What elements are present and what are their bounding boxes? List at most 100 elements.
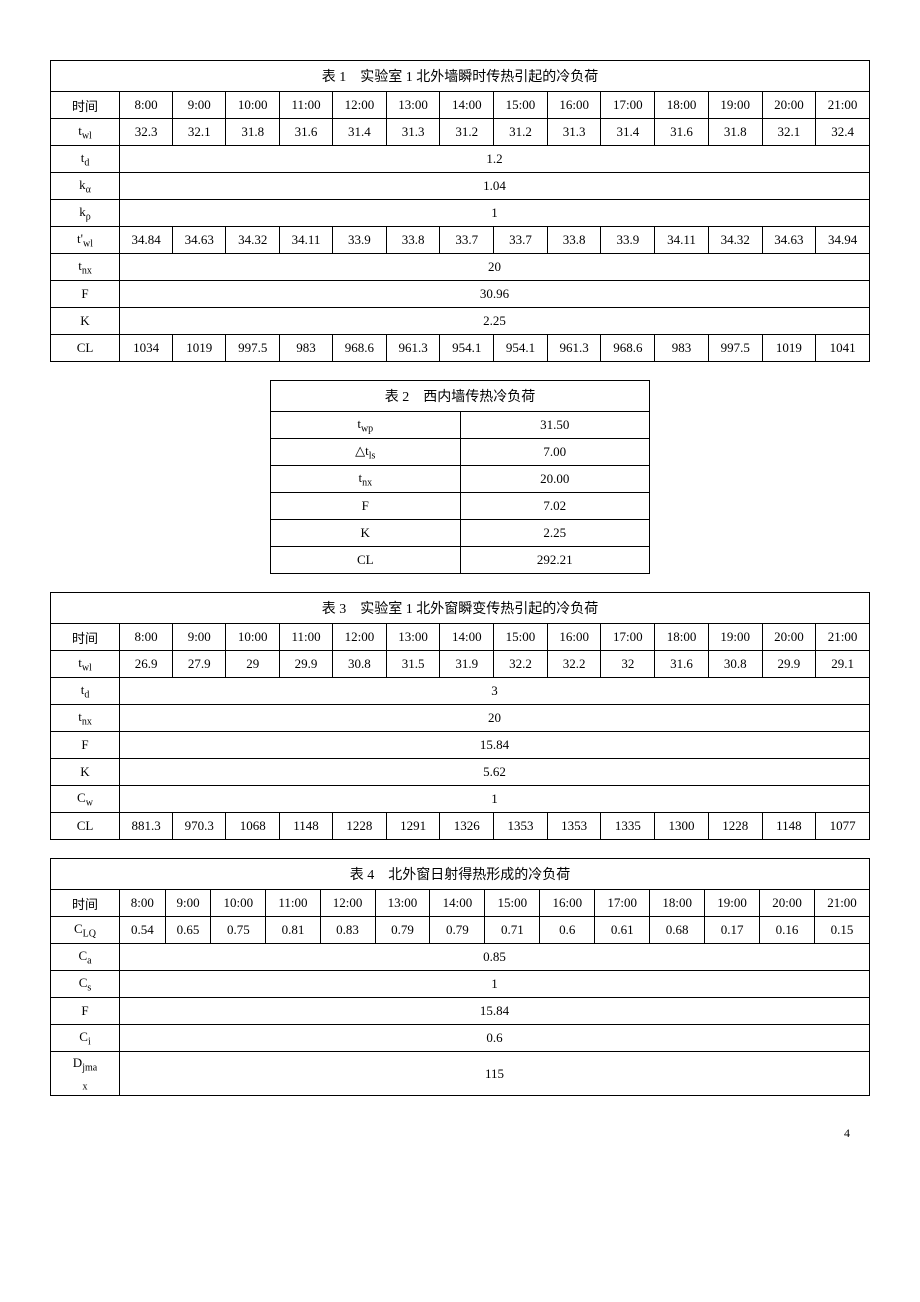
- cell-value: 1041: [816, 335, 870, 362]
- cell-value: 1068: [226, 813, 280, 840]
- table-row: CL10341019997.5983968.6961.3954.1954.196…: [51, 335, 870, 362]
- row-value: 1.2: [120, 146, 870, 173]
- table-row: twl32.332.131.831.631.431.331.231.231.33…: [51, 119, 870, 146]
- row-value: 20: [120, 254, 870, 281]
- cell-value: 34.63: [173, 227, 226, 254]
- cell-value: 983: [280, 335, 333, 362]
- table-row: K2.25: [271, 520, 650, 547]
- table-row: Djmax115: [51, 1052, 870, 1096]
- table-row: tnx20: [51, 254, 870, 281]
- cell-value: 31.8: [226, 119, 280, 146]
- cell-value: 31.8: [708, 119, 762, 146]
- cell-value: 0.83: [320, 917, 375, 944]
- cell-value: 0.17: [705, 917, 760, 944]
- column-header: 21:00: [815, 890, 870, 917]
- column-header: 20:00: [762, 92, 816, 119]
- cell-value: 31.2: [440, 119, 494, 146]
- table-row: t'wl34.8434.6334.3234.1133.933.833.733.7…: [51, 227, 870, 254]
- cell-value: 32.1: [762, 119, 816, 146]
- row-label: CLQ: [51, 917, 120, 944]
- table-row: Ci0.6: [51, 1025, 870, 1052]
- row-value: 7.00: [460, 439, 650, 466]
- cell-value: 970.3: [173, 813, 226, 840]
- page-number: 4: [50, 1126, 870, 1141]
- cell-value: 33.7: [494, 227, 548, 254]
- cell-value: 1077: [816, 813, 870, 840]
- column-header: 18:00: [655, 624, 709, 651]
- column-header: 12:00: [333, 92, 387, 119]
- table-row: tnx20.00: [271, 466, 650, 493]
- column-header: 18:00: [650, 890, 705, 917]
- row-label: twl: [51, 119, 120, 146]
- column-header: 17:00: [601, 92, 655, 119]
- column-header: 9:00: [173, 624, 226, 651]
- column-header: 11:00: [266, 890, 320, 917]
- row-label: Djmax: [51, 1052, 120, 1096]
- cell-value: 32: [601, 651, 655, 678]
- table-2-title: 表 2 西内墙传热冷负荷: [271, 381, 650, 412]
- column-header: 12:00: [333, 624, 387, 651]
- table-row: twl26.927.92929.930.831.531.932.232.2323…: [51, 651, 870, 678]
- cell-value: 34.32: [708, 227, 762, 254]
- row-label: twp: [271, 412, 461, 439]
- row-label: kα: [51, 173, 120, 200]
- cell-value: 0.75: [211, 917, 266, 944]
- column-header: 16:00: [540, 890, 595, 917]
- cell-value: 32.2: [547, 651, 601, 678]
- cell-value: 31.5: [386, 651, 440, 678]
- row-value: 15.84: [120, 732, 870, 759]
- row-label: Cs: [51, 971, 120, 998]
- column-header: 20:00: [762, 624, 816, 651]
- cell-value: 32.4: [816, 119, 870, 146]
- cell-value: 34.94: [816, 227, 870, 254]
- row-label: CL: [51, 335, 120, 362]
- cell-value: 0.61: [595, 917, 650, 944]
- cell-value: 1353: [547, 813, 601, 840]
- cell-value: 29: [226, 651, 280, 678]
- table-row: Cw1: [51, 786, 870, 813]
- cell-value: 33.9: [601, 227, 655, 254]
- cell-value: 29.9: [280, 651, 333, 678]
- cell-value: 1228: [708, 813, 762, 840]
- column-header: 12:00: [320, 890, 375, 917]
- table-row: CL881.3970.31068114812281291132613531353…: [51, 813, 870, 840]
- column-header: 14:00: [440, 92, 494, 119]
- row-label: K: [51, 759, 120, 786]
- table-row: CL292.21: [271, 547, 650, 574]
- table-row: CLQ0.540.650.750.810.830.790.790.710.60.…: [51, 917, 870, 944]
- cell-value: 33.8: [547, 227, 601, 254]
- row-value: 292.21: [460, 547, 650, 574]
- cell-value: 0.68: [650, 917, 705, 944]
- column-header: 21:00: [816, 624, 870, 651]
- row-value: 115: [120, 1052, 870, 1096]
- table-row: tnx20: [51, 705, 870, 732]
- row-value: 5.62: [120, 759, 870, 786]
- row-value: 1: [120, 971, 870, 998]
- column-header: 20:00: [760, 890, 815, 917]
- cell-value: 968.6: [333, 335, 387, 362]
- table-3: 表 3 实验室 1 北外窗瞬变传热引起的冷负荷 时间8:009:0010:001…: [50, 592, 870, 840]
- table-row: F15.84: [51, 732, 870, 759]
- cell-value: 31.9: [440, 651, 494, 678]
- table-row: △tls7.00: [271, 439, 650, 466]
- row-label: F: [51, 732, 120, 759]
- cell-value: 968.6: [601, 335, 655, 362]
- row-label: td: [51, 146, 120, 173]
- table-1: 表 1 实验室 1 北外墙瞬时传热引起的冷负荷 时间8:009:0010:001…: [50, 60, 870, 362]
- cell-value: 1148: [280, 813, 333, 840]
- row-label: Ci: [51, 1025, 120, 1052]
- cell-value: 33.9: [333, 227, 387, 254]
- cell-value: 34.84: [120, 227, 173, 254]
- column-header: 8:00: [120, 890, 166, 917]
- row-value: 7.02: [460, 493, 650, 520]
- table-4-title: 表 4 北外窗日射得热形成的冷负荷: [51, 859, 870, 890]
- row-label: kρ: [51, 200, 120, 227]
- row-value: 1: [120, 786, 870, 813]
- row-label: △tls: [271, 439, 461, 466]
- cell-value: 0.65: [165, 917, 211, 944]
- cell-value: 0.15: [815, 917, 870, 944]
- table-row: Ca0.85: [51, 944, 870, 971]
- row-label: F: [51, 998, 120, 1025]
- column-header: 11:00: [280, 624, 333, 651]
- row-value: 3: [120, 678, 870, 705]
